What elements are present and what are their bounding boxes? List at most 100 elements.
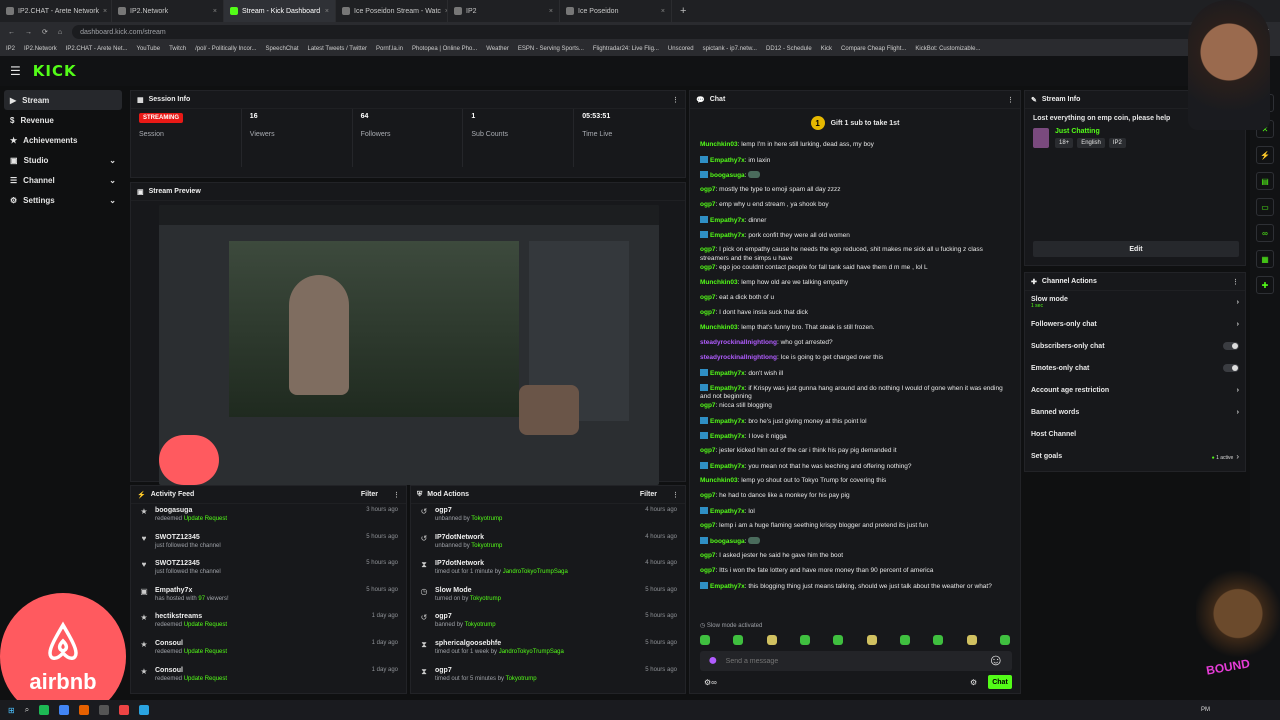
bookmark-item[interactable]: Flightradar24: Live Flig... — [593, 46, 659, 52]
chat-username[interactable]: Empathy7x — [710, 217, 745, 224]
emote-icon[interactable] — [866, 635, 877, 645]
close-icon[interactable]: × — [103, 8, 107, 15]
tool-wrench-icon[interactable]: ✚ — [1256, 276, 1274, 294]
chat-input[interactable] — [725, 657, 980, 665]
chat-username[interactable]: Empathy7x — [710, 418, 745, 425]
emote-icon[interactable] — [733, 635, 744, 645]
bookmark-item[interactable]: Latest Tweets / Twitter — [308, 46, 367, 52]
list-item[interactable]: ⧗ sphericalgoosebhfe timed out for 1 week … — [411, 637, 685, 664]
chat-username[interactable]: ogp7 — [700, 201, 716, 208]
new-tab-icon[interactable]: + — [672, 5, 694, 17]
channel-action-followers-only-chat[interactable]: Followers-only chat › — [1025, 313, 1245, 335]
reload-icon[interactable]: ⟳ — [42, 28, 48, 36]
bookmark-item[interactable]: ESPN - Serving Sports... — [518, 46, 584, 52]
chat-settings-icon[interactable]: ⚙ — [970, 678, 977, 687]
more-icon[interactable]: ⋮ — [393, 491, 400, 499]
event-user[interactable]: Empathy7x — [155, 587, 229, 594]
tool-link-icon[interactable]: ∞ — [1256, 224, 1274, 242]
bookmark-item[interactable]: SpeechChat — [265, 46, 298, 52]
app-icon[interactable] — [59, 705, 70, 715]
emote-icon[interactable] — [899, 635, 910, 645]
chat-username[interactable]: ogp7 — [700, 447, 716, 454]
close-icon[interactable]: × — [325, 8, 329, 15]
stream-video[interactable] — [159, 205, 659, 485]
list-item[interactable]: ↺ IP7dotNetwork unbanned by Tokyotrump 4 ho… — [411, 531, 685, 558]
forward-icon[interactable]: → — [25, 29, 32, 36]
chat-username[interactable]: ogp7 — [700, 264, 716, 271]
emote-icon[interactable] — [833, 635, 844, 645]
event-user[interactable]: Slow Mode — [435, 587, 501, 594]
bookmark-item[interactable]: IP2 — [6, 46, 15, 52]
windows-start-icon[interactable]: ⊞ — [8, 706, 15, 715]
browser-tab[interactable]: IP2.Network × — [112, 0, 224, 22]
event-user[interactable]: IP7dotNetwork — [435, 560, 568, 567]
chat-username[interactable]: boogasuga — [710, 172, 745, 179]
sidebar-item-studio[interactable]: ▣ Studio ⌄ — [4, 150, 122, 170]
emote-icon[interactable] — [799, 635, 810, 645]
event-user[interactable]: SWOTZ12345 — [155, 560, 221, 567]
chat-username[interactable]: Empathy7x — [710, 463, 745, 470]
close-icon[interactable]: × — [661, 8, 665, 15]
bookmark-item[interactable]: /pol/ - Politically Incor... — [195, 46, 256, 52]
back-icon[interactable]: ← — [8, 29, 15, 36]
bookmark-item[interactable]: Kick — [821, 46, 832, 52]
event-user[interactable]: IP7dotNetwork — [435, 534, 502, 541]
emote-icon[interactable] — [766, 635, 777, 645]
app-icon[interactable] — [119, 705, 130, 715]
list-item[interactable]: ★ Consoul redeemed Update Request 1 day ago — [131, 637, 406, 664]
chat-username[interactable]: steadyrockinallnightlong — [700, 354, 777, 361]
bookmark-item[interactable]: Pornf.la.in — [376, 46, 403, 52]
list-item[interactable]: ★ hectikstreams redeemed Update Request 1 d… — [131, 610, 406, 637]
chat-username[interactable]: ogp7 — [700, 294, 716, 301]
app-icon[interactable] — [99, 705, 110, 715]
close-icon[interactable]: × — [213, 8, 217, 15]
chat-username[interactable]: ogp7 — [700, 567, 716, 574]
sidebar-item-settings[interactable]: ⚙ Settings ⌄ — [4, 190, 122, 210]
tool-bolt-icon[interactable]: ⚡ — [1256, 146, 1274, 164]
event-user[interactable]: Consoul — [155, 640, 227, 647]
chat-username[interactable]: ogp7 — [700, 522, 716, 529]
emote-icon[interactable] — [999, 635, 1010, 645]
tag-chip[interactable]: 18+ — [1055, 138, 1074, 148]
more-icon[interactable]: ⋮ — [672, 96, 679, 104]
browser-tab[interactable]: Stream - Kick Dashboard × — [224, 0, 336, 22]
bookmark-item[interactable]: Twitch — [169, 46, 186, 52]
event-user[interactable]: ogp7 — [435, 613, 496, 620]
chat-username[interactable]: ogp7 — [700, 402, 716, 409]
chat-username[interactable]: Empathy7x — [710, 370, 745, 377]
bookmark-item[interactable]: IP2.CHAT - Arete Net... — [66, 46, 128, 52]
list-item[interactable]: ★ boogasuga redeemed Update Request 3 hours… — [131, 504, 406, 531]
channel-action-emotes-only-chat[interactable]: Emotes-only chat — [1025, 357, 1245, 379]
chat-username[interactable]: ogp7 — [700, 552, 716, 559]
list-item[interactable]: ⧗ IP7dotNetwork timed out for 1 minute by … — [411, 557, 685, 584]
list-item[interactable]: ♥ SWOTZ12345 just followed the channel 5 ho… — [131, 557, 406, 584]
chat-username[interactable]: Empathy7x — [710, 583, 745, 590]
chat-username[interactable]: Munchkin03 — [700, 141, 738, 148]
list-item[interactable]: ↺ ogp7 unbanned by Tokyotrump 4 hours ago — [411, 504, 685, 531]
more-icon[interactable]: ⋮ — [672, 491, 679, 499]
activity-filter-button[interactable]: Filter — [361, 491, 378, 498]
tool-doc-icon[interactable]: ▤ — [1256, 172, 1274, 190]
chat-username[interactable]: ogp7 — [700, 186, 716, 193]
chat-username[interactable]: Munchkin03 — [700, 279, 738, 286]
bookmark-item[interactable]: spictank - ip7.netw... — [703, 46, 757, 52]
app-icon[interactable] — [139, 705, 150, 715]
bookmark-item[interactable]: DD12 - Schedule — [766, 46, 812, 52]
chat-username[interactable]: Empathy7x — [710, 232, 745, 239]
list-item[interactable]: ▣ Empathy7x has hosted with 97 viewers! 5 h… — [131, 584, 406, 611]
list-item[interactable]: ↺ ogp7 banned by Tokyotrump 5 hours ago — [411, 610, 685, 637]
event-user[interactable]: boogasuga — [155, 507, 227, 514]
mic-icon[interactable]: ● — [708, 652, 718, 670]
bookmark-item[interactable]: IP2.Network — [24, 46, 57, 52]
chat-tools-icon[interactable]: ⚙∞ — [704, 678, 717, 687]
list-item[interactable]: ★ Consoul redeemed Update Request 1 day ago — [131, 664, 406, 691]
sidebar-item-channel[interactable]: ☰ Channel ⌄ — [4, 170, 122, 190]
event-user[interactable]: Consoul — [155, 667, 227, 674]
sidebar-item-achievements[interactable]: ★ Achievements — [4, 130, 122, 150]
kick-logo[interactable]: KICK — [33, 62, 77, 80]
tag-chip[interactable]: English — [1077, 138, 1105, 148]
sidebar-item-revenue[interactable]: $ Revenue — [4, 110, 122, 130]
mod-filter-button[interactable]: Filter — [640, 491, 657, 498]
chat-username[interactable]: Empathy7x — [710, 508, 745, 515]
send-chat-button[interactable]: Chat — [988, 675, 1012, 689]
